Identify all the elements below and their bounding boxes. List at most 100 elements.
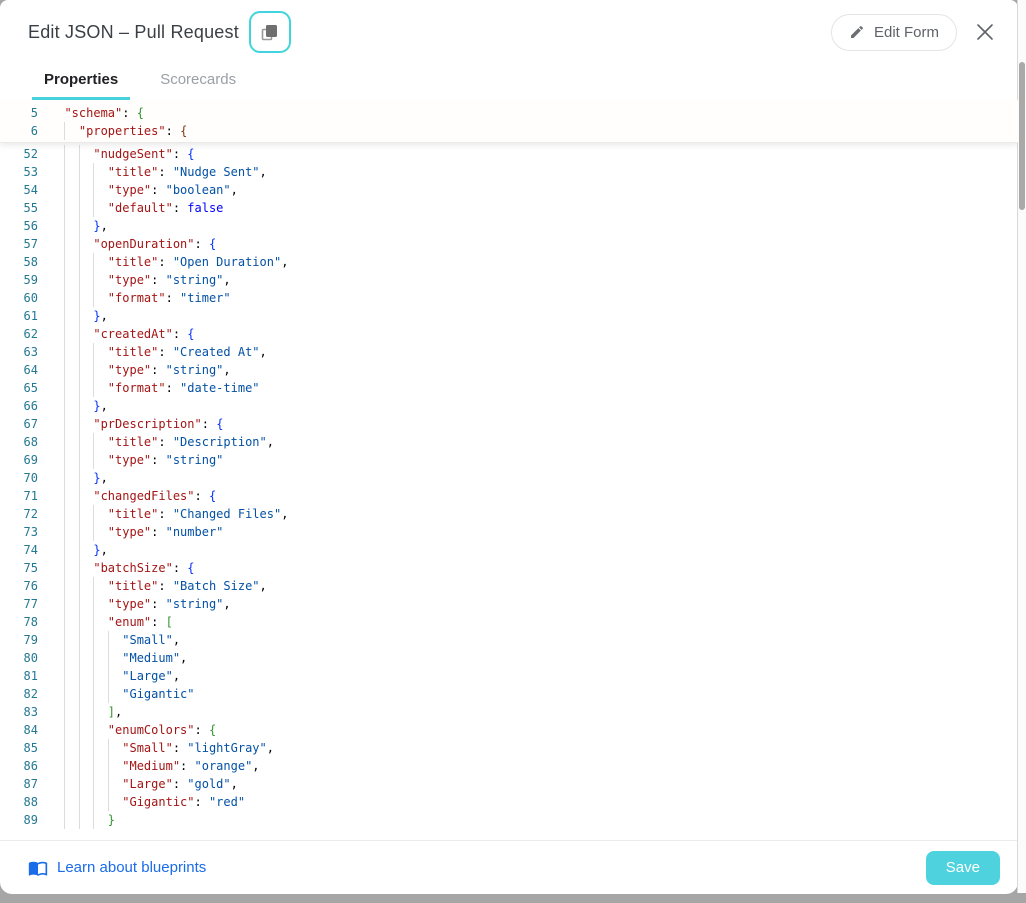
token: } xyxy=(93,399,100,413)
indent-guide xyxy=(79,721,80,739)
token: "number" xyxy=(166,525,224,539)
code-line-54[interactable]: 54 "type": "boolean", xyxy=(0,181,1018,199)
token: "string" xyxy=(166,597,224,611)
code-line-69[interactable]: 69 "type": "string" xyxy=(0,451,1018,469)
token: { xyxy=(187,327,194,341)
indent-guide xyxy=(79,397,80,415)
token: : xyxy=(151,525,165,539)
modal-header: Edit JSON – Pull Request Edit Form xyxy=(0,0,1018,60)
code-line-82[interactable]: 82 "Gigantic" xyxy=(0,685,1018,703)
token: "title" xyxy=(108,507,159,521)
code-line-66[interactable]: 66 }, xyxy=(0,397,1018,415)
code-line-68[interactable]: 68 "title": "Description", xyxy=(0,433,1018,451)
code-line-64[interactable]: 64 "type": "string", xyxy=(0,361,1018,379)
token: "gold" xyxy=(187,777,230,791)
code-text: } xyxy=(50,811,115,829)
code-line-87[interactable]: 87 "Large": "gold", xyxy=(0,775,1018,793)
indent-guide xyxy=(93,739,94,757)
code-line-58[interactable]: 58 "title": "Open Duration", xyxy=(0,253,1018,271)
book-icon xyxy=(28,858,48,878)
page-scrollbar[interactable] xyxy=(1017,0,1026,893)
line-number: 54 xyxy=(0,181,38,199)
token: "title" xyxy=(108,435,159,449)
save-button[interactable]: Save xyxy=(926,851,1000,885)
code-line-85[interactable]: 85 "Small": "lightGray", xyxy=(0,739,1018,757)
code-line-67[interactable]: 67 "prDescription": { xyxy=(0,415,1018,433)
indent-guide xyxy=(79,415,80,433)
code-line-55[interactable]: 55 "default": false xyxy=(0,199,1018,217)
token: "changedFiles" xyxy=(93,489,194,503)
close-button[interactable] xyxy=(974,21,996,43)
indent-guide xyxy=(108,775,109,793)
indent-guide xyxy=(79,253,80,271)
code-line-62[interactable]: 62 "createdAt": { xyxy=(0,325,1018,343)
code-line-5[interactable]: 5 "schema": { xyxy=(0,104,1018,122)
code-line-72[interactable]: 72 "title": "Changed Files", xyxy=(0,505,1018,523)
code-text: "changedFiles": { xyxy=(50,487,216,505)
code-text: "title": "Nudge Sent", xyxy=(50,163,267,181)
token: "format" xyxy=(108,291,166,305)
token: "boolean" xyxy=(166,183,231,197)
code-line-79[interactable]: 79 "Small", xyxy=(0,631,1018,649)
code-line-53[interactable]: 53 "title": "Nudge Sent", xyxy=(0,163,1018,181)
code-line-74[interactable]: 74 }, xyxy=(0,541,1018,559)
code-line-71[interactable]: 71 "changedFiles": { xyxy=(0,487,1018,505)
indent-guide xyxy=(79,757,80,775)
code-line-73[interactable]: 73 "type": "number" xyxy=(0,523,1018,541)
code-line-84[interactable]: 84 "enumColors": { xyxy=(0,721,1018,739)
token: ] xyxy=(108,705,115,719)
code-line-86[interactable]: 86 "Medium": "orange", xyxy=(0,757,1018,775)
token: , xyxy=(260,579,267,593)
tab-bar: Properties Scorecards xyxy=(32,60,1018,100)
code-line-70[interactable]: 70 }, xyxy=(0,469,1018,487)
code-line-56[interactable]: 56 }, xyxy=(0,217,1018,235)
code-line-89[interactable]: 89 } xyxy=(0,811,1018,829)
code-line-88[interactable]: 88 "Gigantic": "red" xyxy=(0,793,1018,811)
code-line-81[interactable]: 81 "Large", xyxy=(0,667,1018,685)
code-text: "schema": { xyxy=(50,104,144,122)
indent-guide xyxy=(79,775,80,793)
token: , xyxy=(173,633,180,647)
code-line-59[interactable]: 59 "type": "string", xyxy=(0,271,1018,289)
indent-guide xyxy=(79,307,80,325)
code-line-52[interactable]: 52 "nudgeSent": { xyxy=(0,145,1018,163)
token: "Large" xyxy=(122,669,173,683)
code-line-77[interactable]: 77 "type": "string", xyxy=(0,595,1018,613)
token: , xyxy=(223,597,230,611)
token: "title" xyxy=(108,345,159,359)
code-line-78[interactable]: 78 "enum": [ xyxy=(0,613,1018,631)
scrollbar-thumb[interactable] xyxy=(1019,62,1025,210)
code-text: "type": "number" xyxy=(50,523,223,541)
code-line-80[interactable]: 80 "Medium", xyxy=(0,649,1018,667)
line-number: 82 xyxy=(0,685,38,703)
modal-title: Edit JSON – Pull Request xyxy=(28,22,239,43)
code-line-63[interactable]: 63 "title": "Created At", xyxy=(0,343,1018,361)
code-text: }, xyxy=(50,469,108,487)
tab-properties[interactable]: Properties xyxy=(32,71,130,100)
code-line-83[interactable]: 83 ], xyxy=(0,703,1018,721)
line-number: 69 xyxy=(0,451,38,469)
json-code-editor[interactable]: 5 "schema": {6 "properties": { 52 "nudge… xyxy=(0,100,1018,840)
code-text: "Gigantic" xyxy=(50,685,195,703)
indent-guide xyxy=(64,595,65,613)
token: "string" xyxy=(166,363,224,377)
code-line-57[interactable]: 57 "openDuration": { xyxy=(0,235,1018,253)
indent-guide xyxy=(64,145,65,163)
code-line-65[interactable]: 65 "format": "date-time" xyxy=(0,379,1018,397)
code-text: "title": "Batch Size", xyxy=(50,577,267,595)
code-line-75[interactable]: 75 "batchSize": { xyxy=(0,559,1018,577)
copy-button[interactable] xyxy=(249,11,291,53)
token: : xyxy=(173,327,187,341)
code-line-76[interactable]: 76 "title": "Batch Size", xyxy=(0,577,1018,595)
line-number: 5 xyxy=(0,104,38,122)
code-line-61[interactable]: 61 }, xyxy=(0,307,1018,325)
code-text: "format": "timer" xyxy=(50,289,231,307)
code-line-60[interactable]: 60 "format": "timer" xyxy=(0,289,1018,307)
code-line-6[interactable]: 6 "properties": { xyxy=(0,122,1018,140)
edit-form-button[interactable]: Edit Form xyxy=(831,14,957,51)
line-number: 68 xyxy=(0,433,38,451)
indent-guide xyxy=(79,595,80,613)
learn-about-blueprints-link[interactable]: Learn about blueprints xyxy=(28,858,206,878)
indent-guide xyxy=(64,307,65,325)
tab-scorecards[interactable]: Scorecards xyxy=(148,71,248,100)
